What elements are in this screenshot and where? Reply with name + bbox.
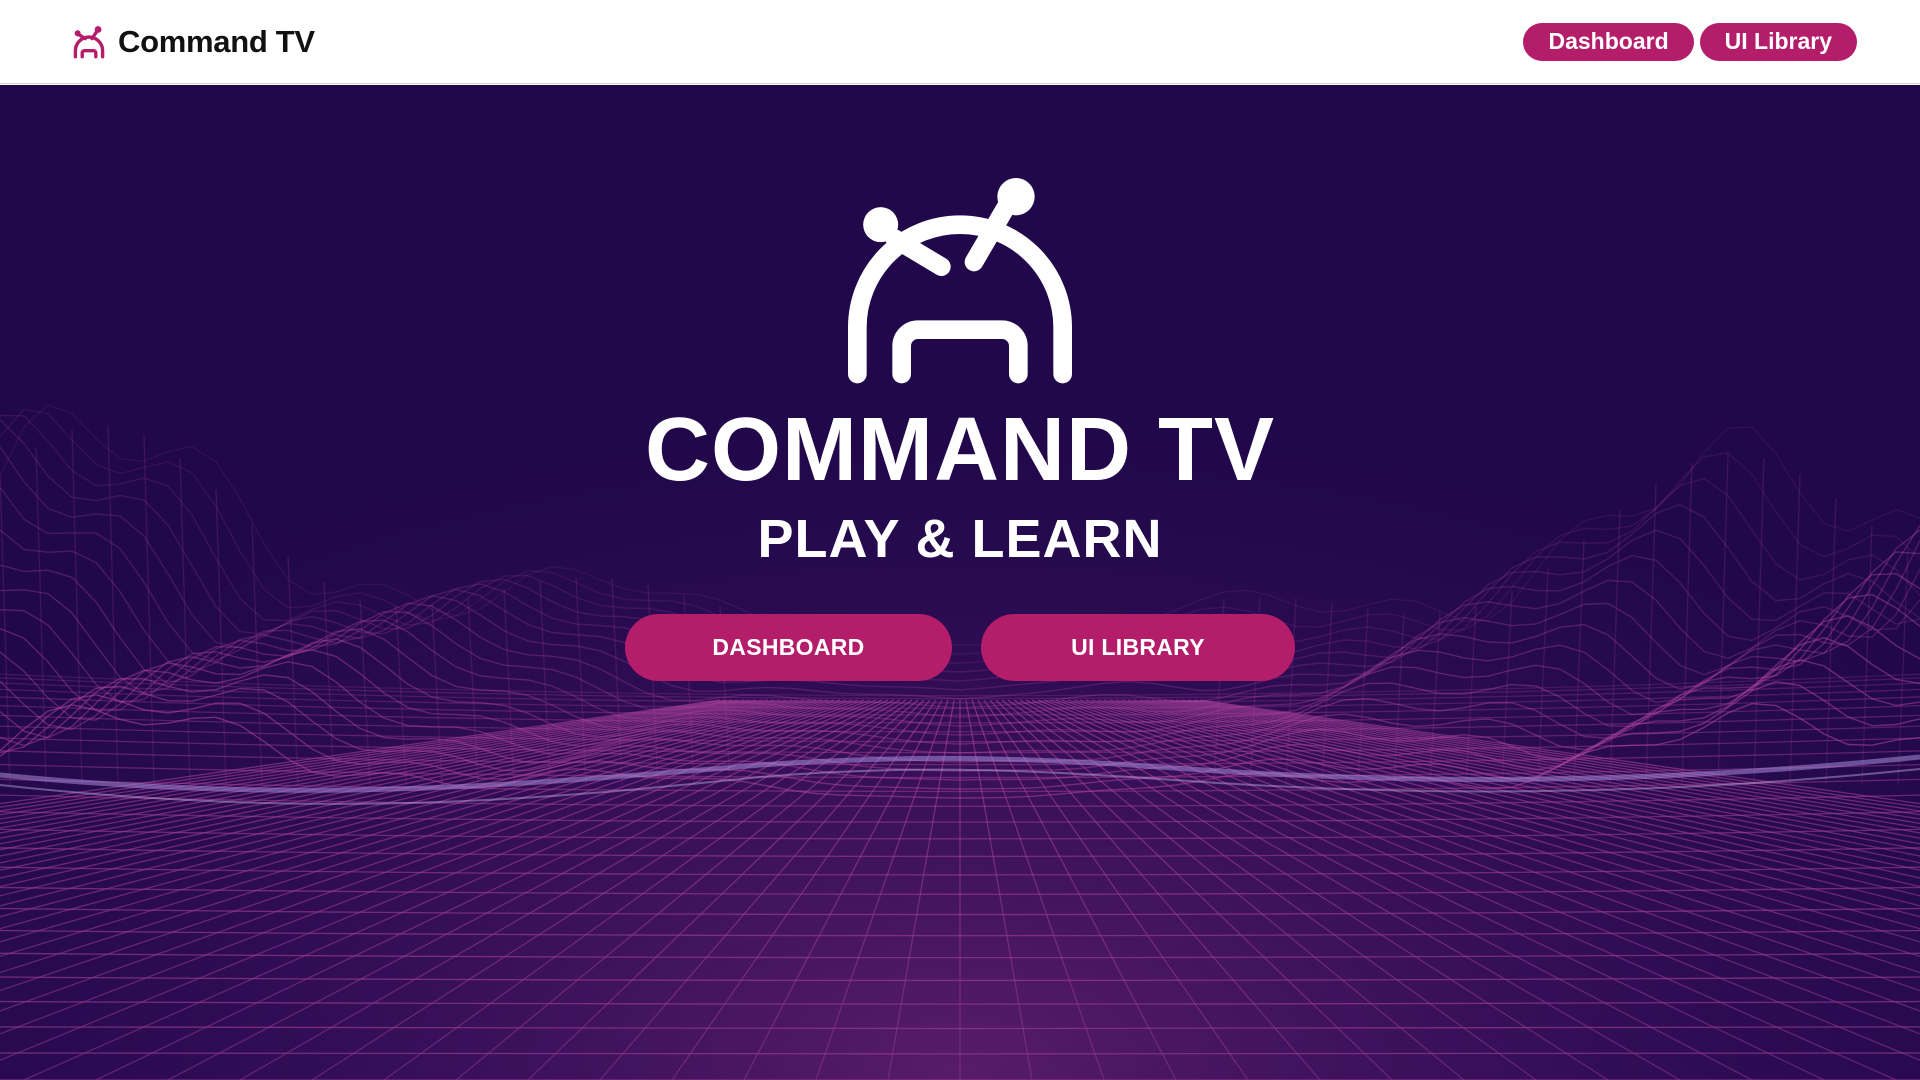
nav-dashboard-button[interactable]: Dashboard [1523, 22, 1694, 61]
top-navigation-bar: Command TV Dashboard UI Library [0, 0, 1920, 84]
robot-tv-logo-icon [73, 25, 105, 58]
brand-name: Command TV [118, 23, 315, 59]
dashboard-button[interactable]: DASHBOARD [625, 614, 952, 681]
ui-library-button[interactable]: UI LIBRARY [981, 614, 1295, 681]
hero-section: COMMAND TV PLAY & LEARN DASHBOARD UI LIB… [0, 85, 1920, 1080]
nav-ui-library-button[interactable]: UI Library [1699, 22, 1857, 61]
header-nav: Dashboard UI Library [1523, 22, 1857, 61]
hero-subtitle: PLAY & LEARN [757, 509, 1163, 569]
brand[interactable]: Command TV [70, 24, 315, 60]
hero-title: COMMAND TV [645, 400, 1275, 500]
robot-tv-logo-icon [848, 178, 1072, 384]
